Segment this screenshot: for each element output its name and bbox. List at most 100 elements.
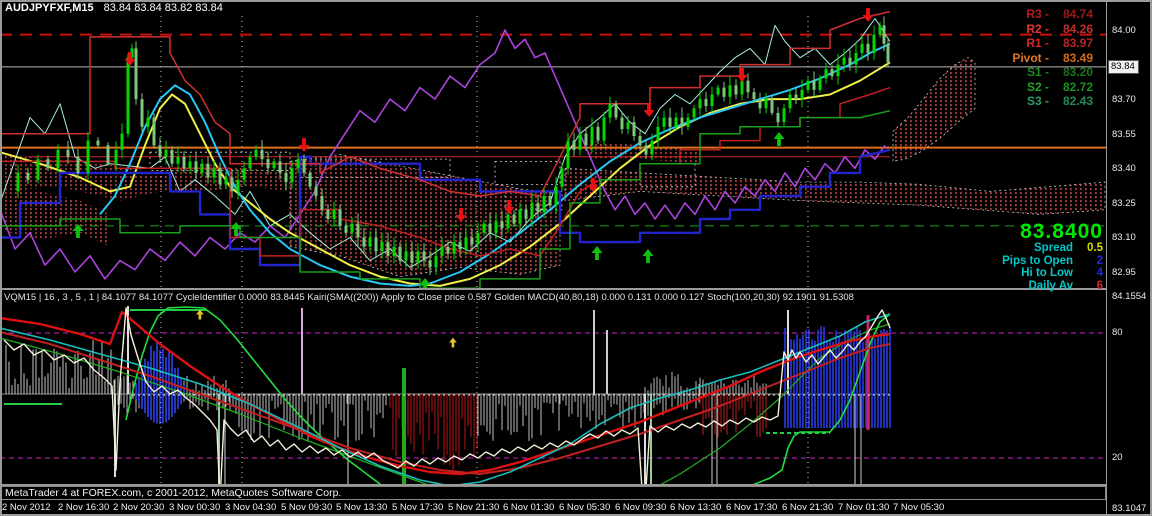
pivot-level-label: S1 -	[1027, 65, 1049, 79]
price-axis-label: 83.10	[1112, 232, 1136, 243]
pivot-level-label: Pivot -	[1012, 51, 1049, 65]
candle-body	[477, 233, 480, 245]
candle-body	[555, 187, 558, 205]
price-axis-label: 84.00	[1112, 25, 1136, 36]
candle-body	[861, 44, 864, 53]
candle-body	[819, 78, 822, 90]
pivot-level-value: 83.49	[1049, 51, 1093, 65]
candle-body	[255, 150, 258, 157]
candle-body	[27, 173, 30, 180]
pivot-level-label: S2 -	[1027, 80, 1049, 94]
candle-body	[873, 35, 876, 53]
quote-info-row: Hi to Low4	[1002, 268, 1103, 280]
time-axis[interactable]: 2 Nov 20122 Nov 16:302 Nov 20:303 Nov 00…	[0, 500, 1106, 516]
fractal-box	[495, 161, 560, 184]
indicator-axis-label: 84.1554	[1112, 291, 1146, 302]
candle-body	[465, 238, 468, 250]
candle-body	[813, 81, 816, 90]
main-chart-area[interactable]	[0, 0, 1106, 288]
candle-body	[291, 168, 294, 182]
pivot-level-row: S2 -82.72	[1012, 80, 1093, 95]
time-axis-label: 6 Nov 13:30	[670, 502, 721, 513]
candle-body	[801, 90, 804, 99]
candle-body	[435, 256, 438, 268]
candle-body	[459, 242, 462, 249]
candle-body	[405, 251, 408, 260]
candle-body	[225, 178, 228, 185]
candle-body	[207, 164, 210, 178]
candle-body	[645, 145, 648, 154]
candle-body	[711, 95, 714, 107]
candle-body	[393, 247, 396, 256]
pivot-level-label: R3 -	[1026, 7, 1049, 21]
pivot-level-value: 84.74	[1049, 7, 1093, 21]
candle-body	[345, 226, 348, 233]
candle-body	[729, 85, 732, 97]
candle-body	[507, 214, 510, 228]
quote-info-label: Pips to Open	[1002, 255, 1073, 267]
candle-body	[141, 99, 144, 127]
sell-signal-arrow-icon	[863, 8, 874, 22]
mt4-chart-window: AUDJPYFXF,M1583.84 83.84 83.82 83.84 R3 …	[0, 0, 1152, 516]
candle-body	[705, 99, 708, 106]
candle-body	[37, 159, 40, 180]
candle-body	[887, 44, 890, 62]
pivot-level-label: S3 -	[1027, 94, 1049, 108]
candle-body	[687, 118, 690, 127]
price-axis-label: 82.95	[1112, 267, 1136, 278]
quote-info-value: 6	[1073, 281, 1103, 293]
candle-body	[309, 173, 312, 187]
candle-body	[121, 134, 124, 150]
time-axis-label: 6 Nov 17:30	[726, 502, 777, 513]
time-axis-label: 2 Nov 20:30	[113, 502, 164, 513]
candle-body	[525, 210, 528, 219]
candle-body	[183, 157, 186, 169]
candle-body	[501, 221, 504, 228]
indicator-buy-arrow-icon	[196, 310, 204, 320]
candle-body	[411, 251, 414, 262]
candle-body	[741, 81, 744, 95]
candle-body	[849, 58, 852, 65]
pivot-level-row: R3 -84.74	[1012, 7, 1093, 22]
candle-body	[267, 159, 270, 168]
candle-body	[537, 203, 540, 212]
candle-body	[201, 164, 204, 173]
candle-body	[883, 25, 886, 43]
candle-body	[747, 81, 750, 93]
candle-body	[195, 161, 198, 173]
chart-title: AUDJPYFXF,M1583.84 83.84 83.82 83.84	[5, 2, 223, 14]
candle-body	[171, 150, 174, 164]
indicator-subwindow[interactable]	[0, 290, 1106, 484]
sell-signal-arrow-icon	[299, 138, 310, 152]
candle-body	[693, 108, 696, 117]
sell-signal-arrow-icon	[644, 103, 655, 117]
candle-body	[273, 161, 276, 168]
candle-body	[675, 118, 678, 127]
pivot-level-label: R1 -	[1026, 36, 1049, 50]
candle-body	[789, 95, 792, 109]
candle-body	[771, 99, 774, 113]
time-axis-label: 3 Nov 00:30	[169, 502, 220, 513]
candle-body	[249, 157, 252, 169]
candle-body	[159, 145, 162, 157]
time-axis-label: 5 Nov 17:30	[392, 502, 443, 513]
copyright-text: MetaTrader 4 at FOREX.com, c 2001-2012, …	[5, 487, 341, 499]
panel-divider	[0, 288, 1106, 290]
candle-body	[165, 150, 168, 157]
quote-info-label: Hi to Low	[1021, 267, 1073, 279]
candle-body	[279, 161, 282, 173]
indicator-header: VQM15 | 16 , 3 , 5 , 1 | 84.1077 84.1077…	[4, 292, 854, 303]
candle-body	[633, 122, 636, 136]
price-axis-label: 83.25	[1112, 198, 1136, 209]
candle-body	[795, 95, 798, 100]
indicator-axis-label: 83.1047	[1112, 503, 1146, 514]
pivot-levels-panel: R3 -84.74R2 -84.26R1 -83.97Pivot -83.49S…	[1012, 7, 1093, 109]
ichimoku-cloud	[893, 58, 975, 162]
candle-body	[321, 196, 324, 210]
main-price-chart[interactable]	[0, 0, 1106, 288]
price-axis-label: 83.55	[1112, 129, 1136, 140]
price-axis[interactable]: 84.0083.7083.5583.4083.2583.1082.9583.84…	[1106, 0, 1152, 516]
cyan-ma-line	[100, 44, 890, 286]
candle-body	[639, 136, 642, 145]
candle-body	[115, 150, 118, 164]
